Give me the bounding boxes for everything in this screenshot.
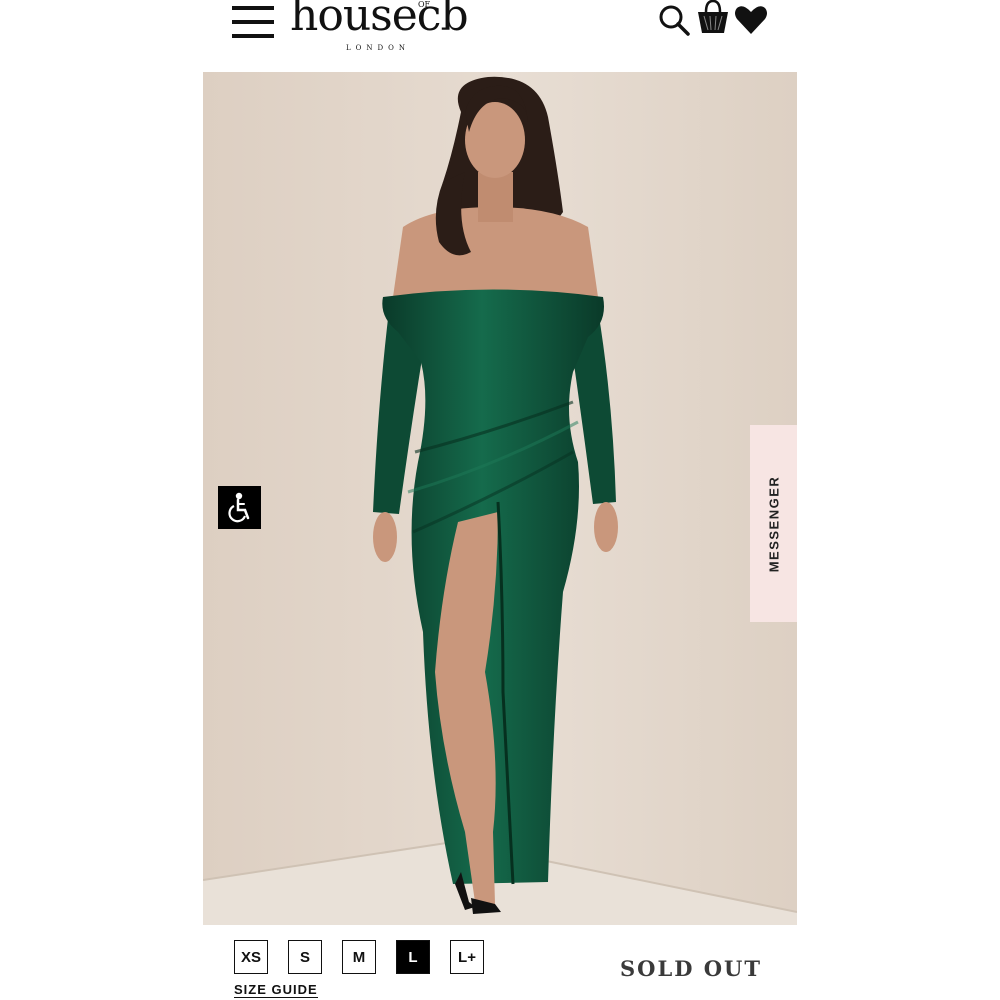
messenger-label: MESSENGER [766,475,781,572]
site-logo[interactable]: housecb OF LONDON [290,0,490,56]
size-option-l-plus[interactable]: L+ [450,940,484,974]
search-icon[interactable] [656,2,692,38]
product-image[interactable] [203,72,797,925]
size-option-l[interactable]: L [396,940,430,974]
shopping-bag-icon[interactable] [696,0,730,36]
logo-subtitle: LONDON [346,44,410,52]
product-photo-illustration [203,72,797,925]
menu-icon[interactable] [232,4,274,40]
messenger-tab[interactable]: MESSENGER [750,425,797,622]
menu-icon-bar [232,20,274,24]
size-option-s[interactable]: S [288,940,322,974]
wheelchair-icon [228,492,250,523]
menu-icon-bar [232,34,274,38]
logo-wordmark: housecb [290,0,469,41]
heart-icon[interactable] [734,4,768,36]
sold-out-status: SOLD OUT [620,956,762,981]
size-guide-link[interactable]: SIZE GUIDE [234,983,318,998]
size-option-xs[interactable]: XS [234,940,268,974]
accessibility-button[interactable] [218,486,261,529]
menu-icon-bar [232,6,274,10]
size-option-m[interactable]: M [342,940,376,974]
logo-of: OF [418,0,431,9]
